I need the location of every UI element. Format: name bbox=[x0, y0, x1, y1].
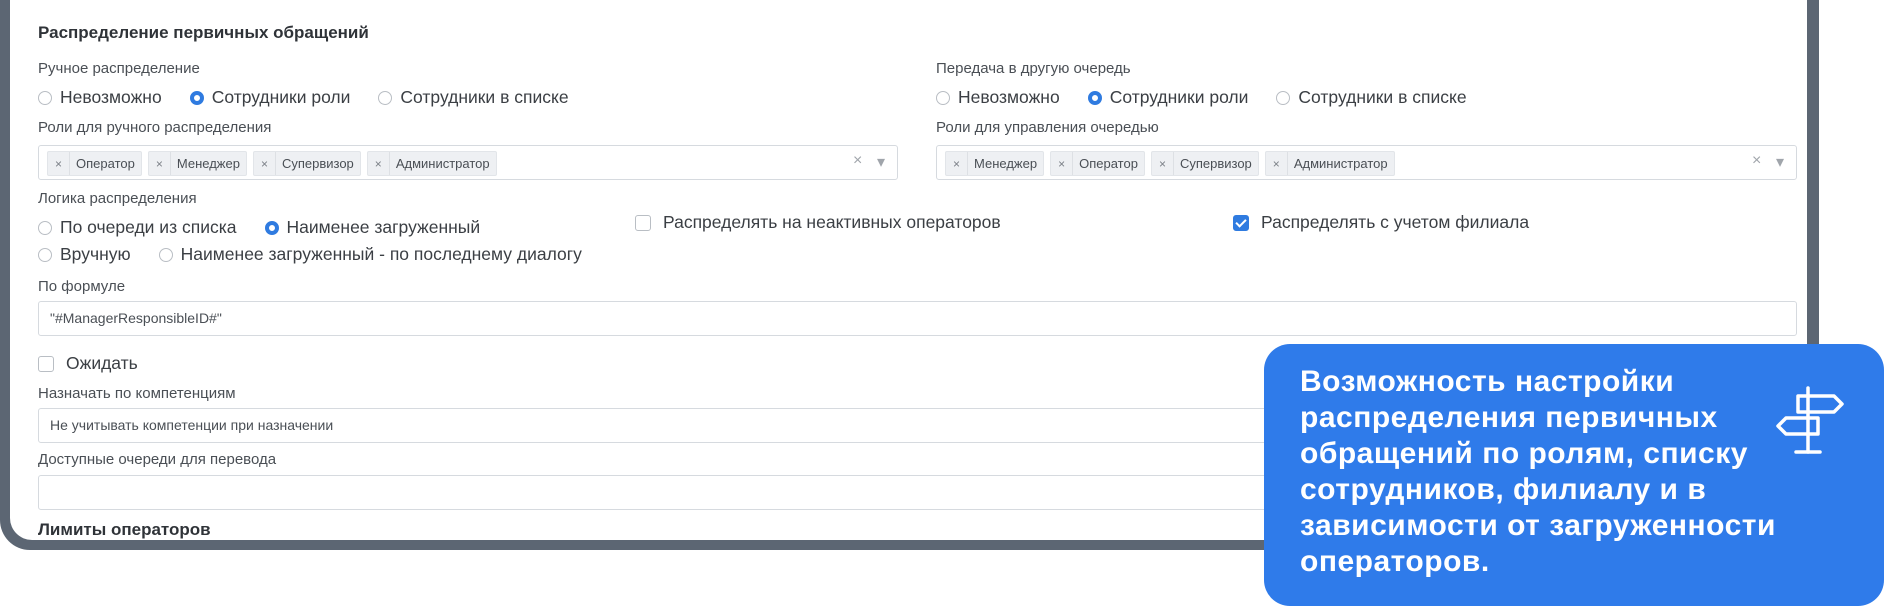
manual-distribution-radio-group: Невозможно Сотрудники роли Сотрудники в … bbox=[38, 87, 569, 108]
remove-tag-icon[interactable]: × bbox=[254, 152, 276, 175]
logic-option-label: Вручную bbox=[60, 244, 131, 264]
inactive-operators-checkbox[interactable] bbox=[635, 214, 651, 231]
role-tag-label: Оператор bbox=[1079, 156, 1138, 171]
competence-label: Назначать по компетенциям bbox=[38, 385, 236, 402]
remove-tag-icon[interactable]: × bbox=[1266, 152, 1288, 175]
logic-radio-least-loaded[interactable] bbox=[264, 220, 279, 235]
branch-checkbox[interactable] bbox=[1233, 214, 1249, 231]
section-title: Распределение первичных обращений bbox=[38, 23, 369, 42]
remove-tag-icon[interactable]: × bbox=[1152, 152, 1174, 175]
role-tag: × Администратор bbox=[1264, 151, 1395, 176]
logic-radio-manual[interactable] bbox=[38, 247, 52, 262]
formula-input[interactable]: "#ManagerResponsibleID#" bbox=[38, 301, 1797, 336]
transfer-option-label: Сотрудники в списке bbox=[1298, 87, 1467, 107]
transfer-radio-impossible[interactable] bbox=[936, 90, 950, 105]
roles-queue-multiselect[interactable]: × Менеджер × Оператор × Супервизор × Админис… bbox=[936, 145, 1797, 180]
logic-option-label: Наименее загруженный bbox=[286, 217, 481, 237]
logic-radio-row-1: По очереди из списка Наименее загруженны… bbox=[38, 217, 480, 238]
remove-tag-icon[interactable]: × bbox=[48, 152, 71, 175]
transfer-radio-group: Невозможно Сотрудники роли Сотрудники в … bbox=[936, 87, 1467, 108]
wait-label: Ожидать bbox=[66, 353, 138, 373]
role-tag-label: Администратор bbox=[395, 156, 490, 171]
role-tag: × Администратор bbox=[366, 151, 497, 176]
remove-tag-icon[interactable]: × bbox=[368, 152, 390, 175]
inactive-checkbox-row: Распределять на неактивных операторов bbox=[635, 212, 1001, 233]
clear-icon[interactable]: × bbox=[853, 152, 862, 170]
roles-manual-multiselect[interactable]: × Оператор × Менеджер × Супервизор × Админис… bbox=[38, 145, 898, 180]
transfer-option-label: Невозможно bbox=[958, 87, 1060, 107]
transfer-label: Передача в другую очередь bbox=[936, 60, 1131, 77]
remove-tag-icon[interactable]: × bbox=[1051, 152, 1074, 175]
role-tag-label: Супервизор bbox=[1179, 156, 1252, 171]
role-tag: × Супервизор bbox=[252, 151, 361, 176]
role-tag-label: Оператор bbox=[76, 156, 135, 171]
manual-option-label: Сотрудники в списке bbox=[400, 87, 569, 107]
wait-checkbox[interactable] bbox=[38, 355, 54, 372]
signpost-icon bbox=[1776, 386, 1844, 454]
manual-radio-list-employees[interactable] bbox=[378, 90, 393, 105]
remove-tag-icon[interactable]: × bbox=[149, 152, 171, 175]
branch-checkbox-row: Распределять с учетом филиала bbox=[1233, 212, 1529, 233]
manual-radio-impossible[interactable] bbox=[38, 90, 52, 105]
limits-title: Лимиты операторов bbox=[38, 520, 211, 539]
logic-option-label: По очереди из списка bbox=[60, 217, 237, 237]
wait-checkbox-row: Ожидать bbox=[38, 353, 138, 374]
role-tag-label: Менеджер bbox=[176, 156, 240, 171]
manual-radio-role-employees[interactable] bbox=[189, 90, 204, 105]
role-tag: × Менеджер bbox=[147, 151, 247, 176]
transfer-option-label: Сотрудники роли bbox=[1109, 87, 1249, 107]
chevron-down-icon[interactable]: ▾ bbox=[877, 152, 885, 172]
manual-distribution-label: Ручное распределение bbox=[38, 60, 200, 77]
logic-radio-least-loaded-last-dialog[interactable] bbox=[158, 247, 173, 262]
logic-radio-queue-list[interactable] bbox=[38, 220, 52, 235]
queues-label: Доступные очереди для перевода bbox=[38, 451, 277, 468]
inactive-operators-label: Распределять на неактивных операторов bbox=[663, 212, 1001, 232]
transfer-radio-role-employees[interactable] bbox=[1087, 90, 1102, 105]
role-tag: × Менеджер bbox=[945, 151, 1045, 176]
roles-queue-label: Роли для управления очередью bbox=[936, 119, 1159, 136]
roles-manual-label: Роли для ручного распределения bbox=[38, 119, 272, 136]
role-tag-label: Супервизор bbox=[281, 156, 354, 171]
logic-radio-row-2: Вручную Наименее загруженный - по послед… bbox=[38, 244, 582, 265]
role-tag-label: Администратор bbox=[1293, 156, 1388, 171]
remove-tag-icon[interactable]: × bbox=[946, 152, 969, 175]
competence-value: Не учитывать компетенции при назначении bbox=[50, 417, 334, 433]
role-tag: × Оператор bbox=[1050, 151, 1145, 176]
formula-value: "#ManagerResponsibleID#" bbox=[50, 310, 222, 326]
clear-icon[interactable]: × bbox=[1752, 152, 1761, 170]
formula-label: По формуле bbox=[38, 278, 126, 295]
chevron-down-icon[interactable]: ▾ bbox=[1776, 152, 1784, 172]
transfer-radio-list-employees[interactable] bbox=[1276, 90, 1291, 105]
role-tag-label: Менеджер bbox=[974, 156, 1038, 171]
logic-option-label: Наименее загруженный - по последнему диа… bbox=[180, 244, 582, 264]
info-callout: Возможность настройки распределения перв… bbox=[1264, 344, 1884, 606]
manual-option-label: Невозможно bbox=[60, 87, 162, 107]
branch-label: Распределять с учетом филиала bbox=[1261, 212, 1530, 232]
role-tag: × Оператор bbox=[47, 151, 142, 176]
role-tag: × Супервизор bbox=[1150, 151, 1259, 176]
logic-label: Логика распределения bbox=[38, 190, 197, 207]
callout-text: Возможность настройки распределения перв… bbox=[1300, 365, 1776, 578]
manual-option-label: Сотрудники роли bbox=[211, 87, 351, 107]
